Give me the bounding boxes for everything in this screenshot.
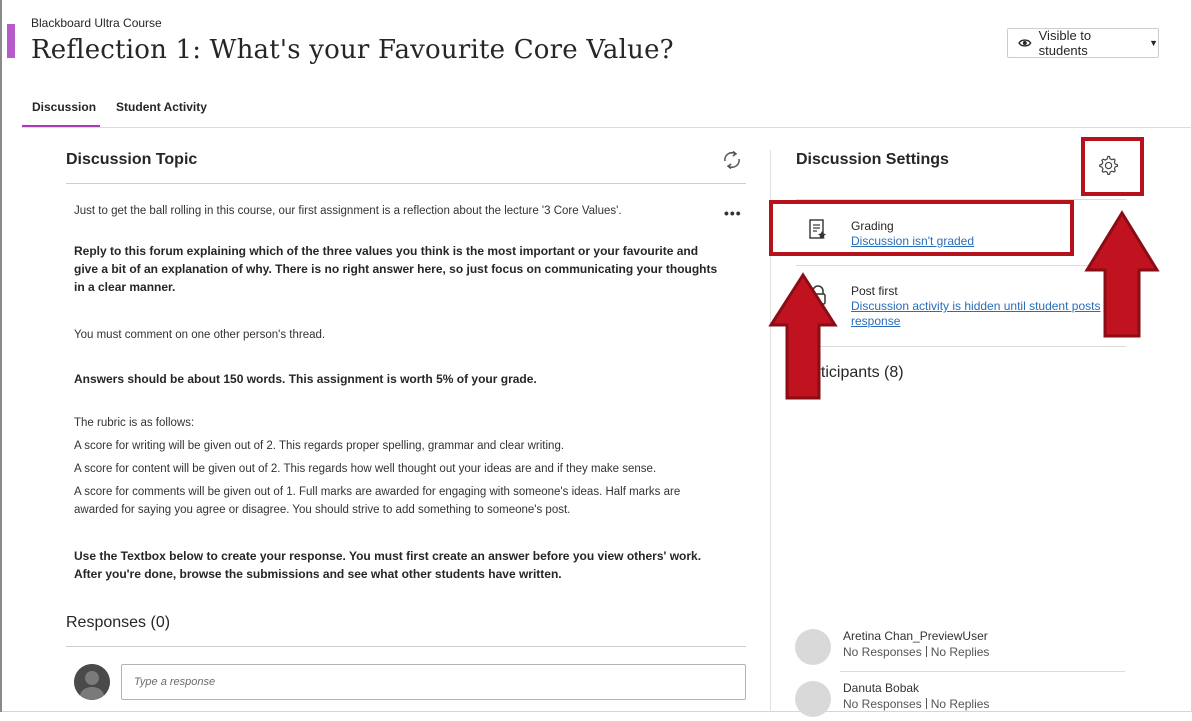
page-title: Reflection 1: What's your Favourite Core… — [31, 35, 674, 65]
topic-paragraph: Reply to this forum explaining which of … — [74, 244, 718, 294]
tabs-divider — [22, 127, 1192, 128]
left-border — [0, 0, 2, 712]
visibility-dropdown[interactable]: Visible to students ▼ — [1007, 28, 1159, 58]
refresh-icon[interactable] — [720, 148, 744, 172]
avatar-icon — [74, 664, 110, 700]
topic-title: Discussion Topic — [66, 151, 198, 168]
arrow-up-annotation — [1084, 210, 1160, 338]
participant-responses: No Responses — [843, 697, 922, 711]
grading-highlight-box — [769, 200, 1074, 256]
participant-stats: No Responses No Replies — [843, 697, 989, 711]
topic-divider — [66, 183, 746, 184]
participant-divider — [840, 671, 1125, 672]
tab-student-activity[interactable]: Student Activity — [106, 88, 207, 128]
responses-title: Responses (0) — [66, 614, 171, 631]
topic-paragraph: A score for content will be given out of… — [74, 463, 657, 475]
visibility-label: Visible to students — [1038, 28, 1092, 58]
topic-paragraph: The rubric is as follows: — [74, 417, 195, 429]
participant-responses: No Responses — [843, 645, 922, 659]
more-options-button[interactable]: ••• — [724, 205, 742, 221]
participant-item[interactable]: Aretina Chan_PreviewUser No Responses No … — [795, 629, 1125, 669]
tab-bar: Discussion Student Activity — [22, 88, 217, 128]
topic-paragraph: You must comment on one other person's t… — [74, 329, 326, 341]
settings-row-divider — [796, 346, 1126, 347]
settings-title: Discussion Settings — [796, 151, 949, 168]
chevron-down-icon: ▼ — [1149, 38, 1158, 48]
avatar — [795, 629, 831, 665]
stats-separator — [925, 646, 927, 657]
arrow-up-annotation — [768, 272, 838, 400]
post-first-status-link[interactable]: Discussion activity is hidden until stud… — [851, 299, 1111, 329]
topic-paragraph: Just to get the ball rolling in this cou… — [74, 205, 622, 217]
response-input[interactable] — [121, 664, 746, 700]
page-header: Blackboard Ultra Course Reflection 1: Wh… — [0, 0, 1192, 88]
settings-row-divider — [796, 265, 1126, 266]
participant-name: Aretina Chan_PreviewUser — [843, 629, 988, 643]
participant-item[interactable]: Danuta Bobak No Responses No Replies — [795, 681, 1125, 721]
course-name[interactable]: Blackboard Ultra Course — [31, 16, 162, 30]
topic-paragraph: Use the Textbox below to create your res… — [74, 549, 702, 581]
post-first-label: Post first — [851, 284, 898, 298]
participant-replies: No Replies — [930, 645, 990, 659]
topic-paragraph: A score for writing will be given out of… — [74, 440, 565, 452]
participant-name: Danuta Bobak — [843, 681, 920, 695]
avatar — [74, 664, 110, 700]
tab-discussion[interactable]: Discussion — [22, 88, 101, 128]
topic-paragraph: A score for comments will be given out o… — [74, 486, 681, 516]
stats-separator — [925, 698, 927, 709]
participant-stats: No Responses No Replies — [843, 645, 989, 659]
participant-replies: No Replies — [930, 697, 990, 711]
responses-divider — [66, 646, 746, 647]
topic-paragraph: Answers should be about 150 words. This … — [74, 372, 537, 386]
eye-icon — [1018, 39, 1032, 47]
gear-highlight-box — [1081, 137, 1144, 196]
